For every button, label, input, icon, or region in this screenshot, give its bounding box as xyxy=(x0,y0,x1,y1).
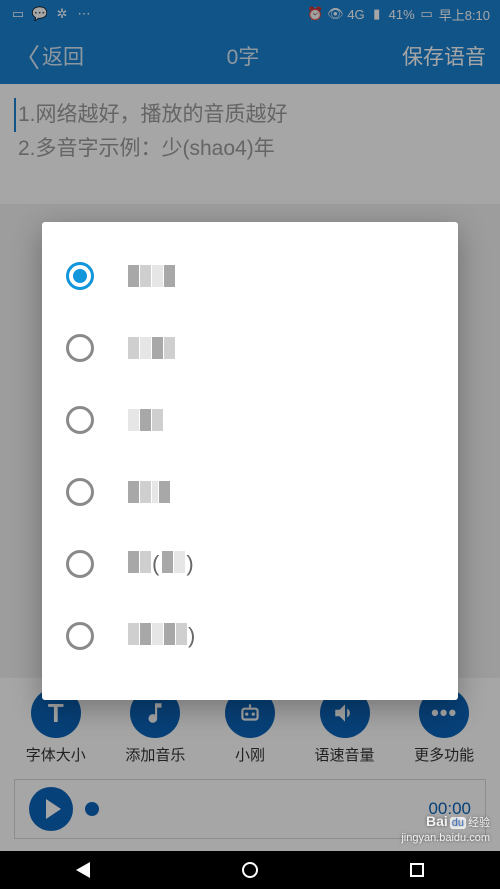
baidu-watermark: Baidu经验 jingyan.baidu.com xyxy=(401,812,490,845)
radio-icon xyxy=(66,262,94,290)
voice-option-label-blurred xyxy=(128,409,163,431)
nav-home-button[interactable] xyxy=(242,862,258,878)
nav-recent-button[interactable] xyxy=(410,863,424,877)
voice-option-label-blurred: ) xyxy=(128,623,197,649)
voice-option-label-blurred: () xyxy=(128,551,196,577)
voice-selection-modal: () ) xyxy=(42,222,458,700)
radio-icon xyxy=(66,622,94,650)
nav-back-button[interactable] xyxy=(76,862,90,878)
voice-option-label-blurred xyxy=(128,481,170,503)
voice-option-4[interactable]: () xyxy=(42,528,458,600)
voice-option-5[interactable]: ) xyxy=(42,600,458,672)
voice-option-2[interactable] xyxy=(42,384,458,456)
voice-option-0[interactable] xyxy=(42,240,458,312)
voice-option-3[interactable] xyxy=(42,456,458,528)
radio-icon xyxy=(66,550,94,578)
radio-icon xyxy=(66,478,94,506)
voice-option-1[interactable] xyxy=(42,312,458,384)
voice-option-label-blurred xyxy=(128,337,175,359)
voice-option-label-blurred xyxy=(128,265,175,287)
android-nav-bar xyxy=(0,851,500,889)
radio-icon xyxy=(66,334,94,362)
radio-icon xyxy=(66,406,94,434)
